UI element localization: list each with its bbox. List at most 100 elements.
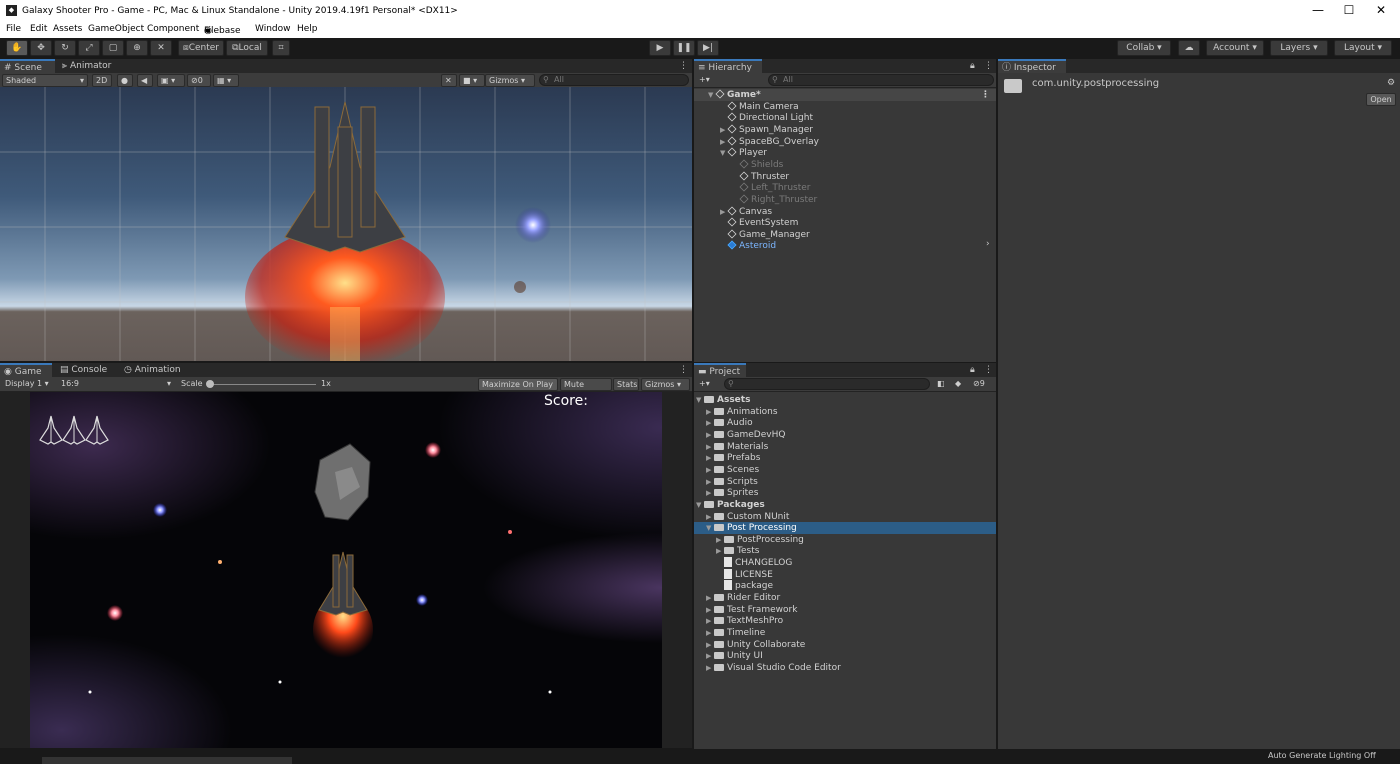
- tab-project[interactable]: ▬ Project: [694, 363, 746, 377]
- grid-snap-button[interactable]: ⌗: [272, 40, 290, 56]
- project-folder[interactable]: ▶ Visual Studio Code Editor: [694, 662, 996, 674]
- menu-help[interactable]: Help: [297, 24, 318, 34]
- menu-file[interactable]: File: [6, 24, 21, 34]
- scene-search-input[interactable]: ⚲ All: [539, 74, 689, 86]
- expand-down-icon[interactable]: ▼: [708, 89, 716, 101]
- expand-down-icon[interactable]: ▼: [720, 147, 728, 159]
- effects-dropdown[interactable]: ▣ ▾: [157, 74, 185, 87]
- scale-slider-handle[interactable]: [206, 380, 214, 388]
- audio-toggle[interactable]: ◀: [137, 74, 153, 87]
- tab-console[interactable]: ▤ Console: [60, 363, 112, 377]
- scene-menu-icon[interactable]: ⋮: [679, 59, 689, 73]
- project-search-input[interactable]: ⚲: [724, 378, 930, 390]
- hierarchy-item[interactable]: ▼ Player: [694, 147, 996, 159]
- tab-animator[interactable]: ⫸ Animator: [62, 59, 122, 73]
- project-folder[interactable]: ▶ TextMeshPro: [694, 615, 996, 627]
- project-folder[interactable]: ▶ Sprites: [694, 487, 996, 499]
- project-file[interactable]: LICENSE: [694, 568, 996, 581]
- menu-window[interactable]: Window: [255, 24, 291, 34]
- layout-dropdown[interactable]: Layout ▾: [1334, 40, 1392, 56]
- expand-right-icon[interactable]: ▶: [706, 639, 714, 651]
- hierarchy-item[interactable]: Game_Manager: [694, 229, 996, 241]
- expand-right-icon[interactable]: ▶: [706, 592, 714, 604]
- scale-slider-track[interactable]: [210, 384, 316, 385]
- project-folder[interactable]: ▶ GameDevHQ: [694, 429, 996, 441]
- tab-hierarchy[interactable]: ≡ Hierarchy: [694, 59, 762, 73]
- maximize-button[interactable]: ☐: [1334, 3, 1364, 17]
- cloud-button[interactable]: ☁: [1178, 40, 1200, 56]
- expand-right-icon[interactable]: ▶: [706, 441, 714, 453]
- expand-right-icon[interactable]: ▶: [706, 476, 714, 488]
- expand-right-icon[interactable]: ▶: [716, 545, 724, 557]
- project-menu-icon[interactable]: ⋮: [984, 363, 994, 377]
- rect-tool-button[interactable]: ▢: [102, 40, 124, 56]
- scene-gizmos-dropdown[interactable]: Gizmos ▾: [485, 74, 535, 87]
- stats-toggle[interactable]: Stats: [613, 378, 639, 391]
- play-button[interactable]: ▶: [649, 40, 671, 56]
- close-button[interactable]: ✕: [1366, 3, 1396, 17]
- hierarchy-item[interactable]: Main Camera: [694, 101, 996, 113]
- expand-right-icon[interactable]: ▶: [706, 662, 714, 674]
- scale-tool-button[interactable]: ⤢: [78, 40, 100, 56]
- transform-tool-button[interactable]: ⊕: [126, 40, 148, 56]
- filter-label-icon[interactable]: ◆: [952, 378, 966, 391]
- asteroid-expand-icon[interactable]: ›: [986, 239, 990, 249]
- hierarchy-search-input[interactable]: ⚲ All: [768, 74, 994, 86]
- display-dropdown[interactable]: Display 1 ▾: [2, 378, 56, 391]
- expand-right-icon[interactable]: ▶: [706, 464, 714, 476]
- camera-dropdown[interactable]: ■ ▾: [459, 74, 485, 87]
- project-folder[interactable]: ▶ Audio: [694, 417, 996, 429]
- scene-menu-icon[interactable]: ⋮: [981, 89, 990, 101]
- tab-animation[interactable]: ◷ Animation: [124, 363, 184, 377]
- collab-button[interactable]: Collab ▾: [1117, 40, 1171, 56]
- project-folder[interactable]: ▶ Materials: [694, 441, 996, 453]
- menu-gameobject[interactable]: GameObject: [88, 24, 144, 34]
- account-dropdown[interactable]: Account ▾: [1206, 40, 1264, 56]
- shading-mode-dropdown[interactable]: Shaded ▾: [2, 74, 88, 87]
- hierarchy-item[interactable]: Thruster: [694, 171, 996, 183]
- expand-down-icon[interactable]: ▼: [706, 522, 714, 534]
- hierarchy-item[interactable]: Shields: [694, 159, 996, 171]
- expand-right-icon[interactable]: ▶: [720, 206, 728, 218]
- expand-right-icon[interactable]: ▶: [720, 136, 728, 148]
- space-local-button[interactable]: ⧉Local: [226, 40, 268, 56]
- hierarchy-item[interactable]: Asteroid: [694, 240, 996, 252]
- maximize-on-play-toggle[interactable]: Maximize On Play: [478, 378, 558, 391]
- project-folder[interactable]: ▶ Scenes: [694, 464, 996, 476]
- project-folder[interactable]: ▶ Prefabs: [694, 452, 996, 464]
- project-folder[interactable]: ▶ PostProcessing: [694, 534, 996, 546]
- expand-right-icon[interactable]: ▶: [716, 534, 724, 546]
- open-button[interactable]: Open: [1366, 93, 1396, 106]
- project-create-button[interactable]: +▾: [696, 378, 718, 391]
- hierarchy-item[interactable]: Right_Thruster: [694, 194, 996, 206]
- expand-right-icon[interactable]: ▶: [706, 604, 714, 616]
- expand-right-icon[interactable]: ▶: [706, 615, 714, 627]
- expand-down-icon[interactable]: ▼: [696, 499, 704, 511]
- expand-down-icon[interactable]: ▼: [696, 394, 704, 406]
- move-tool-button[interactable]: ✥: [30, 40, 52, 56]
- project-folder[interactable]: ▶ Animations: [694, 406, 996, 418]
- project-file[interactable]: package: [694, 580, 996, 592]
- hand-tool-button[interactable]: ✋: [6, 40, 28, 56]
- expand-right-icon[interactable]: ▶: [706, 511, 714, 523]
- hierarchy-item[interactable]: Directional Light: [694, 112, 996, 124]
- expand-right-icon[interactable]: ▶: [706, 429, 714, 441]
- custom-tool-button[interactable]: ✕: [150, 40, 172, 56]
- project-folder[interactable]: ▼ Post Processing: [694, 522, 996, 535]
- expand-right-icon[interactable]: ▶: [720, 124, 728, 136]
- hierarchy-item[interactable]: ▼ Game* ⋮: [694, 89, 996, 101]
- minimize-button[interactable]: —: [1303, 3, 1333, 17]
- project-folder[interactable]: ▶ Unity Collaborate: [694, 639, 996, 651]
- hidden-packages-toggle[interactable]: ⊘9: [970, 378, 994, 391]
- expand-right-icon[interactable]: ▶: [706, 406, 714, 418]
- menu-edit[interactable]: Edit: [30, 24, 47, 34]
- hierarchy-item[interactable]: ▶ SpaceBG_Overlay: [694, 136, 996, 148]
- pause-button[interactable]: ❚❚: [673, 40, 695, 56]
- expand-right-icon[interactable]: ▶: [706, 650, 714, 662]
- hierarchy-create-button[interactable]: +▾: [696, 74, 718, 87]
- filter-type-icon[interactable]: ◧: [934, 378, 948, 391]
- expand-right-icon[interactable]: ▶: [706, 487, 714, 499]
- project-folder[interactable]: ▶ Custom NUnit: [694, 511, 996, 523]
- project-folder[interactable]: ▶ Unity UI: [694, 650, 996, 662]
- project-file[interactable]: CHANGELOG: [694, 557, 996, 569]
